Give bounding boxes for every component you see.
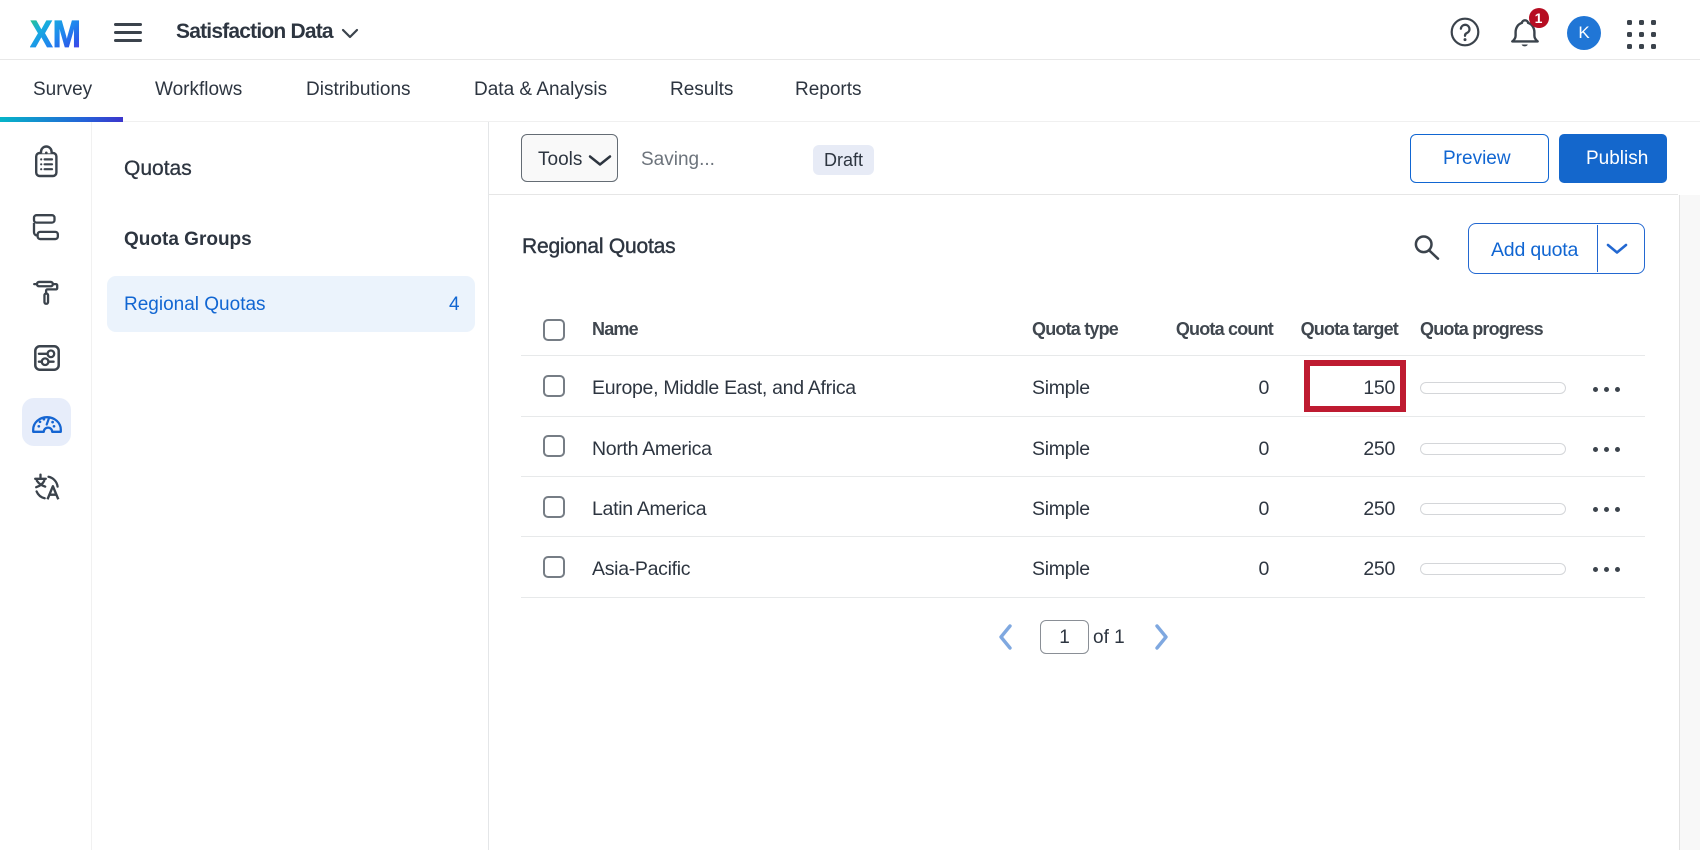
svg-text:XM: XM	[30, 18, 81, 49]
